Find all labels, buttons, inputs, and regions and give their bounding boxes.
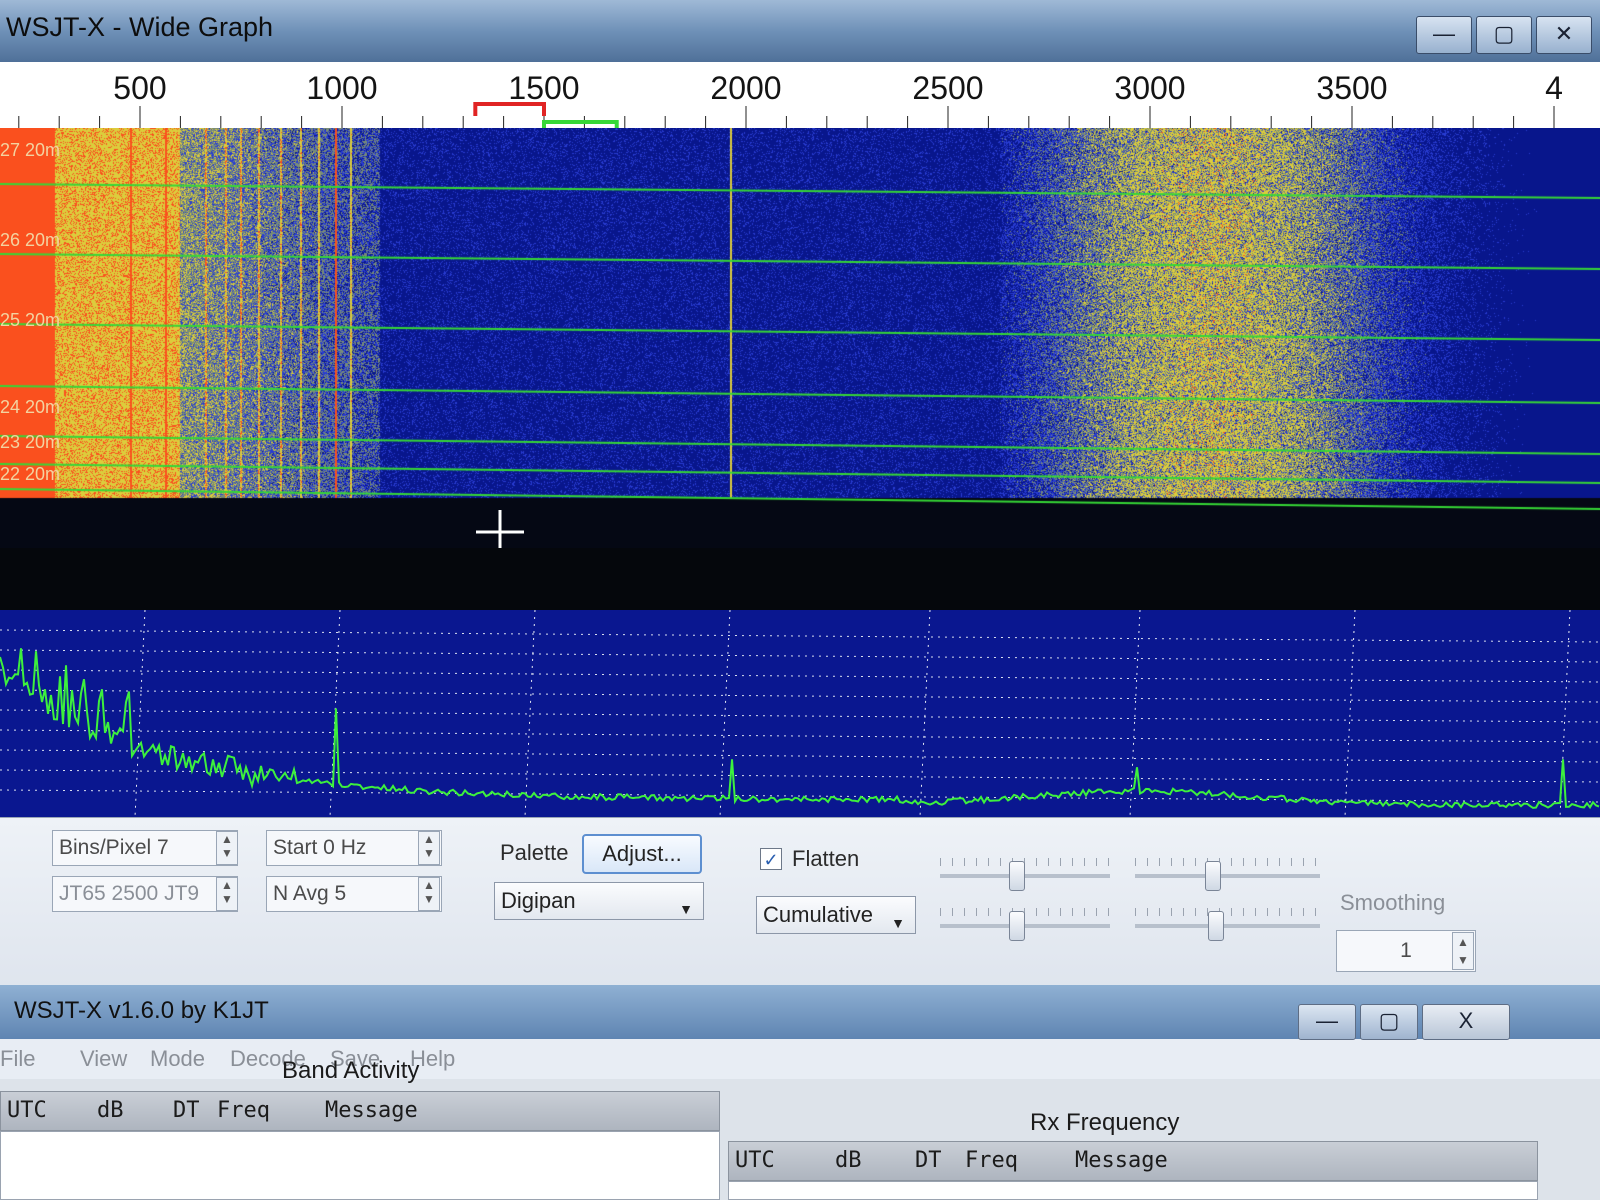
palette-value: Digipan bbox=[501, 888, 576, 913]
main-window-buttons: — ▢ X bbox=[1298, 1004, 1510, 1040]
column-db: dB bbox=[835, 1148, 862, 1173]
n-avg-stepper[interactable]: ▲ ▼ bbox=[418, 877, 440, 911]
flatten-checkbox[interactable]: ✓ bbox=[760, 848, 782, 870]
menu-file[interactable]: File bbox=[0, 1046, 35, 1072]
column-dt: DT bbox=[173, 1098, 200, 1123]
band-activity-title: Band Activity bbox=[282, 1057, 420, 1084]
waterfall-spectrum-separator bbox=[0, 548, 1600, 610]
slider-thumb[interactable] bbox=[1204, 861, 1221, 891]
spectrum-mode-value: Cumulative bbox=[763, 902, 874, 927]
column-message: Message bbox=[1075, 1148, 1168, 1173]
column-utc: UTC bbox=[735, 1148, 775, 1173]
spectrum-display[interactable] bbox=[0, 610, 1600, 817]
bins-per-pixel-label: Bins/Pixel 7 bbox=[59, 836, 169, 859]
band-activity-header: UTC dB DT Freq Message bbox=[0, 1091, 720, 1131]
axis-tick-label: 4 bbox=[1545, 70, 1563, 106]
check-icon: ✓ bbox=[763, 850, 779, 870]
column-message: Message bbox=[325, 1098, 418, 1123]
smoothing-stepper[interactable]: ▲ ▼ bbox=[1452, 932, 1474, 970]
smoothing-label: Smoothing bbox=[1340, 890, 1446, 915]
axis-tick-label: 2000 bbox=[710, 70, 782, 106]
rx-frequency-header: UTC dB DT Freq Message bbox=[728, 1141, 1538, 1181]
menu-mode[interactable]: Mode bbox=[150, 1046, 205, 1072]
smoothing-value: 1 bbox=[1400, 939, 1412, 962]
column-dt: DT bbox=[915, 1148, 942, 1173]
wide-graph-controls: Bins/Pixel 7 ▲ ▼ JT65 2500 JT9 ▲ ▼ Start 0… bbox=[0, 817, 1600, 986]
bins-per-pixel-spinbox[interactable]: Bins/Pixel 7 bbox=[52, 830, 238, 866]
n-avg-label: N Avg 5 bbox=[273, 882, 347, 905]
menu-view[interactable]: View bbox=[80, 1046, 127, 1072]
flatten-label: Flatten bbox=[792, 846, 860, 871]
wide-graph-window-buttons: — ▢ ✕ bbox=[1416, 16, 1592, 54]
start-freq-stepper[interactable]: ▲ ▼ bbox=[418, 831, 440, 865]
axis-tick-label: 3000 bbox=[1114, 70, 1186, 106]
column-freq: Freq bbox=[965, 1148, 1018, 1173]
chevron-down-icon: ▼ bbox=[891, 915, 905, 931]
main-close-button[interactable]: X bbox=[1422, 1004, 1510, 1040]
axis-tick-label: 500 bbox=[113, 70, 167, 106]
main-maximize-button[interactable]: ▢ bbox=[1360, 1004, 1418, 1040]
menu-bar: File View Mode Decode Save Help bbox=[0, 1039, 1600, 1079]
column-freq: Freq bbox=[217, 1098, 270, 1123]
axis-tick-label: 1000 bbox=[306, 70, 378, 106]
jt-mode-spinbox[interactable]: JT65 2500 JT9 bbox=[52, 876, 238, 912]
column-utc: UTC bbox=[7, 1098, 47, 1123]
wide-graph-titlebar: WSJT-X - Wide Graph — ▢ ✕ bbox=[0, 0, 1600, 62]
rx-frequency-title: Rx Frequency bbox=[1030, 1109, 1180, 1136]
jt-mode-label: JT65 2500 JT9 bbox=[59, 882, 200, 905]
close-button[interactable]: ✕ bbox=[1536, 16, 1592, 54]
waterfall-display[interactable] bbox=[0, 128, 1600, 548]
main-window-title: WSJT-X v1.6.0 by K1JT bbox=[14, 997, 269, 1024]
rx-frequency-list[interactable] bbox=[728, 1181, 1538, 1200]
spectrum-mode-dropdown[interactable]: Cumulative ▼ bbox=[756, 896, 916, 934]
axis-tick-label: 1500 bbox=[508, 70, 580, 106]
column-db: dB bbox=[97, 1098, 124, 1123]
n-avg-spinbox[interactable]: N Avg 5 bbox=[266, 876, 442, 912]
slider-thumb[interactable] bbox=[1208, 911, 1225, 941]
maximize-button[interactable]: ▢ bbox=[1476, 16, 1532, 54]
jt-mode-stepper[interactable]: ▲ ▼ bbox=[216, 877, 238, 911]
chevron-down-icon: ▼ bbox=[679, 901, 693, 917]
start-freq-spinbox[interactable]: Start 0 Hz bbox=[266, 830, 442, 866]
main-minimize-button[interactable]: — bbox=[1298, 1004, 1356, 1040]
slider-thumb[interactable] bbox=[1008, 861, 1025, 891]
palette-label: Palette bbox=[500, 840, 569, 865]
axis-tick-label: 2500 bbox=[912, 70, 984, 106]
bins-per-pixel-stepper[interactable]: ▲ ▼ bbox=[216, 831, 238, 865]
frequency-axis[interactable]: 500 1000 1500 2000 2500 3000 3500 4 bbox=[0, 62, 1600, 128]
axis-tick-label: 3500 bbox=[1316, 70, 1388, 106]
minimize-button[interactable]: — bbox=[1416, 16, 1472, 54]
decode-panels: Band Activity UTC dB DT Freq Message Rx … bbox=[0, 1057, 1600, 1200]
slider-thumb[interactable] bbox=[1008, 911, 1025, 941]
band-activity-list[interactable] bbox=[0, 1131, 720, 1200]
start-freq-label: Start 0 Hz bbox=[273, 836, 367, 859]
adjust-button[interactable]: Adjust... bbox=[582, 834, 702, 874]
spectrum-background bbox=[0, 610, 1600, 817]
wide-graph-title: WSJT-X - Wide Graph bbox=[6, 12, 274, 42]
palette-dropdown[interactable]: Digipan ▼ bbox=[494, 882, 704, 920]
